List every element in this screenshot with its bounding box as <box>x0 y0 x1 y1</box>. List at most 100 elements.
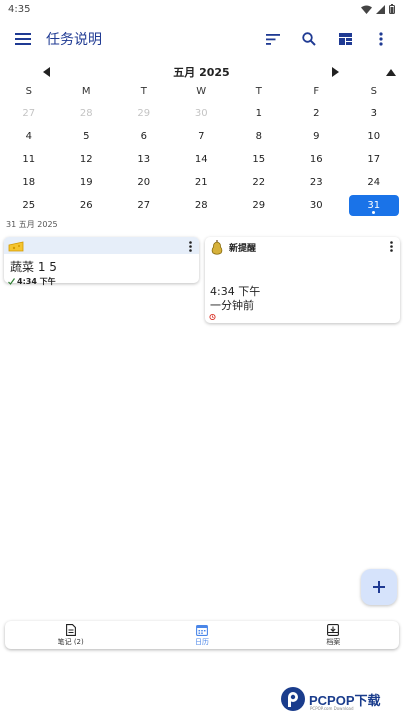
note-footer <box>209 313 216 320</box>
calendar-day[interactable]: 13 <box>115 148 173 171</box>
calendar-day[interactable]: 7 <box>173 125 231 148</box>
weekday-label: T <box>255 86 262 97</box>
layout-icon <box>338 33 352 45</box>
nav-label: 笔记 (2) <box>57 637 84 646</box>
weekday-label: M <box>81 86 91 97</box>
calendar-day[interactable]: 10 <box>345 125 403 148</box>
calendar-day[interactable]: 27 <box>0 102 58 125</box>
calendar-day[interactable]: 24 <box>345 171 403 194</box>
pcpop-logo-icon <box>281 687 305 711</box>
calendar-day[interactable]: 19 <box>58 171 116 194</box>
note-card-header: 新提醒 <box>205 237 400 257</box>
calendar-icon <box>196 624 208 636</box>
calendar-day[interactable]: 27 <box>115 194 173 217</box>
calendar-grid: 27 28 29 30 1 2 3 4 5 6 7 8 9 10 11 12 13 14 15 16 17 18 19 20 2… <box>0 102 403 217</box>
calendar-day[interactable]: 9 <box>288 125 346 148</box>
chevron-right-icon <box>331 67 339 77</box>
plus-icon <box>373 581 385 593</box>
sort-icon <box>266 33 280 45</box>
note-time: 4:34 下午 <box>4 275 199 288</box>
alarm-icon <box>209 313 216 320</box>
calendar-day[interactable]: 1 <box>230 102 288 125</box>
calendar-day[interactable]: 23 <box>288 171 346 194</box>
app-bar: 任务说明 <box>0 22 403 56</box>
nav-item-notes[interactable]: 笔记 (2) <box>5 621 136 649</box>
note-menu-button[interactable] <box>185 240 195 252</box>
next-month-button[interactable] <box>327 64 343 80</box>
weekday-label: W <box>196 86 207 97</box>
calendar-day[interactable]: 16 <box>288 148 346 171</box>
weekday-label: S <box>370 86 377 97</box>
note-title: 新提醒 <box>229 243 257 254</box>
note-title: 蔬菜 1 5 <box>10 260 57 274</box>
calendar-header: 五月 2025 <box>0 62 403 82</box>
note-body: 4:34 下午 一分钟前 <box>205 257 400 313</box>
note-icon <box>65 623 76 636</box>
chevron-up-icon <box>386 68 396 76</box>
collapse-calendar-button[interactable] <box>383 64 399 80</box>
calendar-day[interactable]: 17 <box>345 148 403 171</box>
archive-icon <box>327 623 340 636</box>
calendar-day[interactable]: 22 <box>230 171 288 194</box>
search-icon <box>302 32 316 46</box>
note-card-header <box>4 237 199 254</box>
calendar-day[interactable]: 15 <box>230 148 288 171</box>
page-title: 任务说明 <box>46 32 102 48</box>
signal-icon <box>376 4 385 14</box>
note-time-text: 4:34 下午 <box>17 277 56 286</box>
calendar-day[interactable]: 5 <box>58 125 116 148</box>
weekday-label: F <box>313 86 320 97</box>
layout-button[interactable] <box>335 29 355 49</box>
add-note-button[interactable] <box>361 569 397 605</box>
nav-item-archive[interactable]: 档案 <box>268 621 399 649</box>
bottom-nav: 笔记 (2) 日历 档案 <box>5 621 399 649</box>
calendar-day[interactable]: 30 <box>288 194 346 217</box>
menu-button[interactable] <box>12 28 34 50</box>
calendar-day[interactable]: 28 <box>173 194 231 217</box>
watermark: PCPOP下载 PCPOP.com Download <box>280 684 381 714</box>
calendar-day[interactable]: 14 <box>173 148 231 171</box>
selected-date-label: 31 五月 2025 <box>6 220 58 229</box>
sort-button[interactable] <box>263 29 283 49</box>
note-card[interactable]: 新提醒 4:34 下午 一分钟前 <box>205 237 400 323</box>
calendar-day[interactable]: 3 <box>345 102 403 125</box>
status-icons <box>361 4 395 14</box>
more-vert-icon <box>389 240 393 252</box>
search-button[interactable] <box>299 29 319 49</box>
status-time: 4:35 <box>8 3 31 15</box>
calendar-day[interactable]: 25 <box>0 194 58 217</box>
note-menu-button[interactable] <box>386 240 396 252</box>
note-relative-time: 一分钟前 <box>210 299 254 312</box>
calendar-day[interactable]: 28 <box>58 102 116 125</box>
calendar-day[interactable]: 12 <box>58 148 116 171</box>
calendar-day[interactable]: 21 <box>173 171 231 194</box>
calendar-day-selected[interactable]: 31 <box>349 195 399 216</box>
wifi-icon <box>361 5 372 14</box>
pear-icon <box>211 240 223 255</box>
nav-label: 档案 <box>326 637 341 646</box>
more-options-button[interactable] <box>371 29 391 49</box>
calendar-day[interactable]: 8 <box>230 125 288 148</box>
calendar-day[interactable]: 4 <box>0 125 58 148</box>
nav-label: 日历 <box>194 637 209 646</box>
calendar-day[interactable]: 29 <box>230 194 288 217</box>
calendar-day[interactable]: 29 <box>115 102 173 125</box>
watermark-subtext: PCPOP.com Download <box>310 706 354 711</box>
weekday-label: S <box>25 86 32 97</box>
calendar-day[interactable]: 2 <box>288 102 346 125</box>
calendar-day[interactable]: 6 <box>115 125 173 148</box>
menu-icon <box>15 33 31 45</box>
note-card[interactable]: 蔬菜 1 5 4:34 下午 <box>4 237 199 286</box>
checklist-icon <box>8 278 15 285</box>
calendar-day[interactable]: 30 <box>173 102 231 125</box>
cheese-icon <box>8 241 24 251</box>
calendar-day[interactable]: 11 <box>0 148 58 171</box>
calendar-day[interactable]: 18 <box>0 171 58 194</box>
battery-icon <box>389 4 395 14</box>
status-bar: 4:35 <box>0 0 403 18</box>
calendar-day[interactable]: 26 <box>58 194 116 217</box>
more-vert-icon <box>188 240 192 252</box>
weekday-row: S M T W T F S <box>0 86 403 97</box>
calendar-day[interactable]: 20 <box>115 171 173 194</box>
nav-item-calendar[interactable]: 日历 <box>136 621 267 649</box>
